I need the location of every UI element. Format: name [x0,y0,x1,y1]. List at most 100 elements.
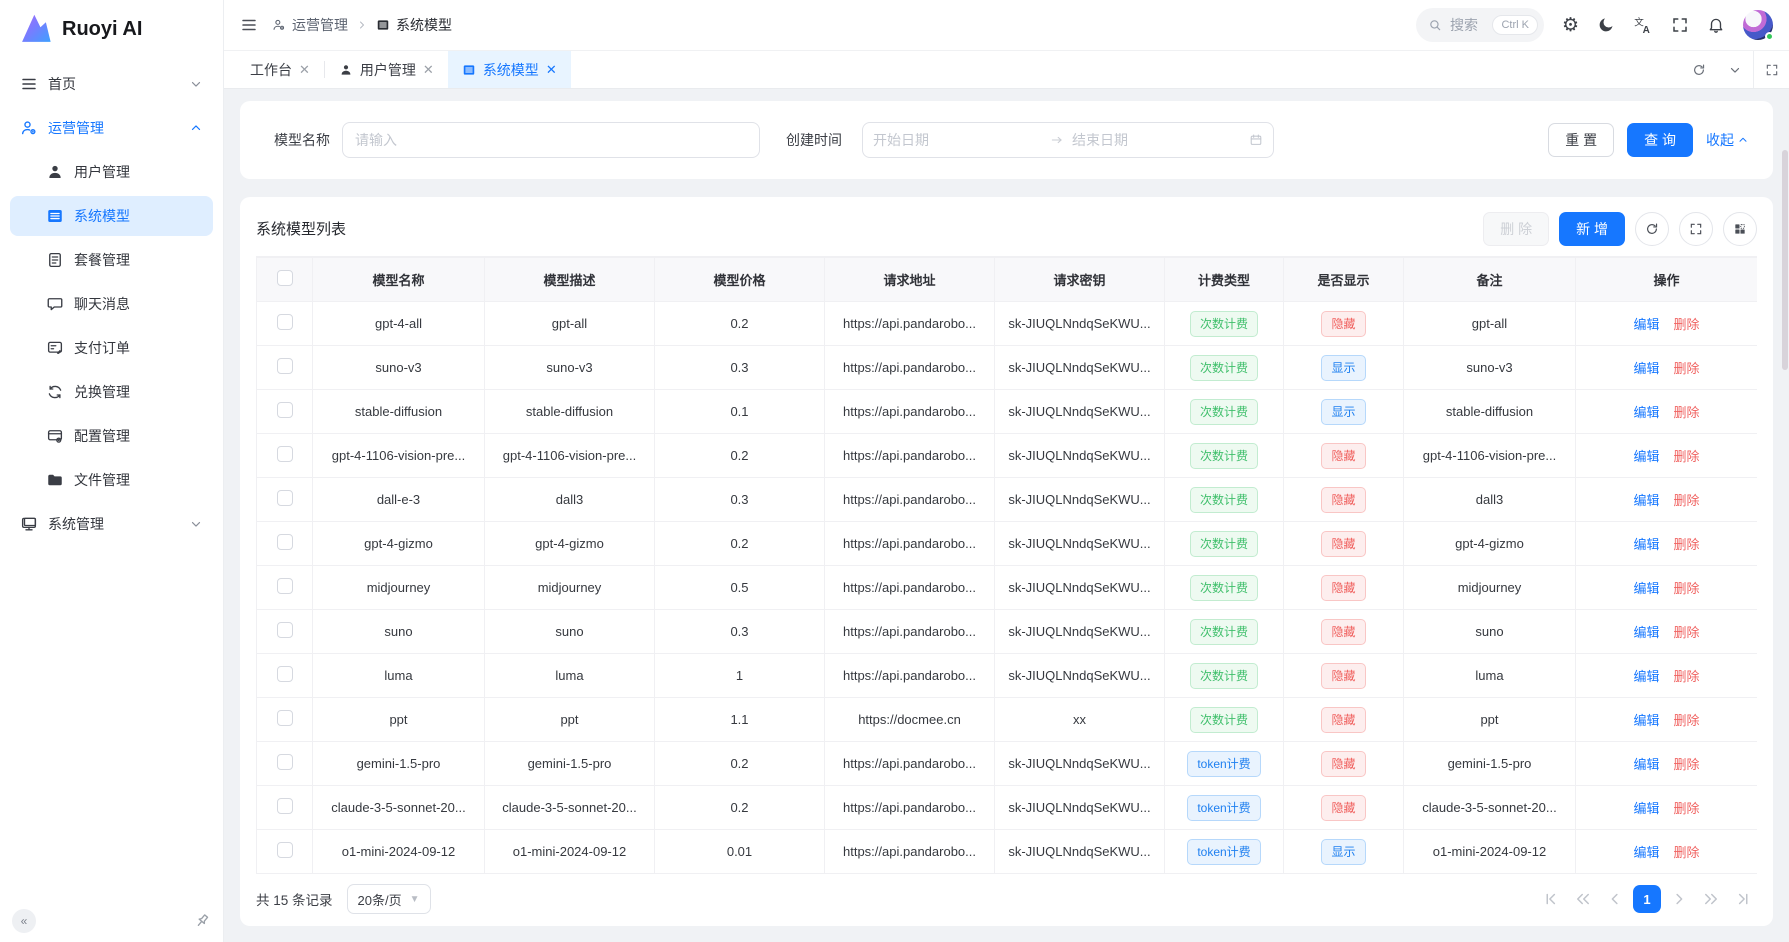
sidebar-collapse-button[interactable]: « [12,909,36,933]
delete-button[interactable]: 删 除 [1483,212,1549,246]
breadcrumb-item-system-model[interactable]: 系统模型 [376,15,452,35]
billing-type-tag: token计费 [1187,795,1260,821]
delete-link[interactable]: 删除 [1674,537,1700,552]
request-url-cell: https://docmee.cn [825,698,995,742]
row-checkbox[interactable] [277,446,293,462]
row-checkbox[interactable] [277,666,293,682]
row-checkbox[interactable] [277,490,293,506]
request-key-cell: sk-JIUQLNndqSeKWU... [995,434,1165,478]
visibility-tag: 显示 [1321,839,1365,865]
delete-link[interactable]: 删除 [1674,801,1700,816]
next-page-button[interactable] [1665,885,1693,913]
page-scrollbar[interactable] [1782,0,1788,942]
delete-link[interactable]: 删除 [1674,625,1700,640]
row-checkbox[interactable] [277,578,293,594]
select-all-checkbox[interactable] [277,270,293,286]
edit-link[interactable]: 编辑 [1633,405,1659,420]
sidebar-item-config-management[interactable]: 配置管理 [10,416,213,456]
user-avatar[interactable] [1743,10,1773,40]
edit-link[interactable]: 编辑 [1633,625,1659,640]
delete-link[interactable]: 删除 [1674,581,1700,596]
global-search[interactable]: 搜索 Ctrl K [1416,8,1544,42]
edit-link[interactable]: 编辑 [1633,449,1659,464]
delete-link[interactable]: 删除 [1674,669,1700,684]
sidebar-item-package-management[interactable]: 套餐管理 [10,240,213,280]
delete-link[interactable]: 删除 [1674,845,1700,860]
close-icon[interactable]: ✕ [546,62,557,78]
model-name-input[interactable] [342,122,760,158]
edit-link[interactable]: 编辑 [1633,361,1659,376]
row-checkbox[interactable] [277,754,293,770]
row-checkbox[interactable] [277,402,293,418]
sidebar-item-system-model[interactable]: 系统模型 [10,196,213,236]
tab-workbench[interactable]: 工作台 ✕ [236,51,324,88]
row-checkbox[interactable] [277,358,293,374]
jump-next-button[interactable] [1697,885,1725,913]
search-button[interactable]: 查 询 [1627,123,1693,157]
row-checkbox[interactable] [277,314,293,330]
sidebar-item-payment-orders[interactable]: 支付订单 [10,328,213,368]
row-checkbox[interactable] [277,534,293,550]
jump-prev-button[interactable] [1569,885,1597,913]
edit-link[interactable]: 编辑 [1633,317,1659,332]
delete-link[interactable]: 删除 [1674,713,1700,728]
reset-button[interactable]: 重 置 [1548,123,1614,157]
edit-link[interactable]: 编辑 [1633,493,1659,508]
remark-cell: luma [1404,654,1576,698]
sidebar-item-file-management[interactable]: 文件管理 [10,460,213,500]
sidebar-item-system-management[interactable]: 系统管理 [10,504,213,544]
dark-mode-moon-icon[interactable] [1597,16,1615,34]
tab-bar: 工作台 ✕ 用户管理 ✕ 系统模型 ✕ [224,50,1789,89]
edit-link[interactable]: 编辑 [1633,537,1659,552]
model-price-cell: 0.01 [655,830,825,874]
edit-link[interactable]: 编辑 [1633,801,1659,816]
row-checkbox[interactable] [277,798,293,814]
delete-link[interactable]: 删除 [1674,361,1700,376]
edit-link[interactable]: 编辑 [1633,669,1659,684]
hamburger-icon[interactable] [240,16,258,34]
translate-icon[interactable] [1633,15,1653,35]
tab-system-model[interactable]: 系统模型 ✕ [448,51,571,88]
date-range-picker[interactable]: 开始日期 结束日期 [862,122,1274,158]
notifications-bell-icon[interactable] [1707,16,1725,34]
sidebar-item-chat-messages[interactable]: 聊天消息 [10,284,213,324]
breadcrumb-item-operations[interactable]: 运营管理 [272,15,348,35]
page-size-select[interactable]: 20条/页 ▼ [347,884,431,914]
refresh-button[interactable] [1635,212,1669,246]
scrollbar-thumb[interactable] [1782,150,1788,370]
brand[interactable]: Ruoyi AI [0,0,223,58]
sidebar-item-label: 首页 [48,74,179,94]
fullscreen-icon[interactable] [1671,16,1689,34]
delete-link[interactable]: 删除 [1674,449,1700,464]
column-settings-button[interactable] [1723,212,1757,246]
edit-link[interactable]: 编辑 [1633,845,1659,860]
edit-link[interactable]: 编辑 [1633,713,1659,728]
row-checkbox[interactable] [277,842,293,858]
current-page-button[interactable]: 1 [1633,885,1661,913]
sidebar-item-user-management[interactable]: 用户管理 [10,152,213,192]
prev-page-button[interactable] [1601,885,1629,913]
sidebar-item-redeem-management[interactable]: 兑换管理 [10,372,213,412]
first-page-button[interactable] [1537,885,1565,913]
close-icon[interactable]: ✕ [299,62,310,78]
row-checkbox[interactable] [277,710,293,726]
delete-link[interactable]: 删除 [1674,493,1700,508]
close-icon[interactable]: ✕ [423,62,434,78]
pin-icon[interactable] [193,912,211,930]
add-button[interactable]: 新 增 [1559,212,1625,246]
tab-user-management[interactable]: 用户管理 ✕ [325,51,448,88]
sidebar-item-operations[interactable]: 运营管理 [10,108,213,148]
settings-gear-icon[interactable]: ⚙ [1562,16,1579,35]
edit-link[interactable]: 编辑 [1633,757,1659,772]
table-fullscreen-button[interactable] [1679,212,1713,246]
delete-link[interactable]: 删除 [1674,405,1700,420]
collapse-filter-link[interactable]: 收起 [1706,130,1749,150]
delete-link[interactable]: 删除 [1674,757,1700,772]
edit-link[interactable]: 编辑 [1633,581,1659,596]
sidebar-item-home[interactable]: 首页 [10,64,213,104]
tab-refresh-icon[interactable] [1681,51,1717,88]
delete-link[interactable]: 删除 [1674,317,1700,332]
last-page-button[interactable] [1729,885,1757,913]
row-checkbox[interactable] [277,622,293,638]
tab-dropdown-chevron-icon[interactable] [1717,51,1753,88]
